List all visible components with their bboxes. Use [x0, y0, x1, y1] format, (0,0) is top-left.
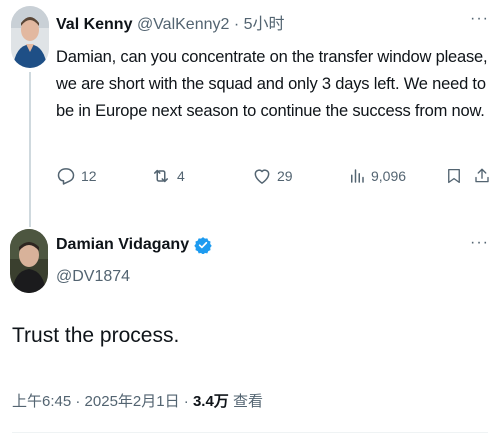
- retweet-count: 4: [177, 168, 185, 184]
- main-tweet-text: Trust the process.: [12, 324, 180, 347]
- tweet-views-label: 查看: [232, 393, 263, 410]
- reply-button[interactable]: 12: [56, 164, 97, 188]
- reply-tweet-text: Damian, can you concentrate on the trans…: [56, 48, 488, 120]
- reply-timestamp[interactable]: 5小时: [244, 16, 285, 33]
- views-button[interactable]: 9,096: [348, 164, 406, 188]
- thread-connector-line: [29, 72, 31, 227]
- reply-tweet-header: Val Kenny @ValKenny2 · 5小时: [56, 10, 285, 34]
- meta-separator: ·: [75, 393, 81, 410]
- main-more-options-icon[interactable]: ···: [470, 234, 489, 252]
- reply-author-name[interactable]: Val Kenny: [56, 16, 132, 33]
- reply-author-handle[interactable]: @ValKenny2: [137, 16, 229, 33]
- like-count: 29: [277, 168, 293, 184]
- retweet-icon: [154, 169, 168, 183]
- avatar-photo-icon: [10, 229, 48, 293]
- reply-icon: [57, 168, 75, 185]
- tweet-time[interactable]: 上午6:45: [12, 393, 71, 410]
- like-button[interactable]: 29: [252, 164, 293, 188]
- bookmark-button[interactable]: [445, 164, 463, 188]
- avatar-photo-icon: [11, 6, 49, 68]
- main-author-name[interactable]: Damian Vidagany: [56, 236, 189, 254]
- reply-more-options-icon[interactable]: ···: [470, 10, 489, 28]
- header-separator: ·: [233, 16, 240, 33]
- reply-author-avatar[interactable]: [11, 6, 49, 68]
- reply-action-bar: 12 4 29 9,096: [56, 164, 490, 188]
- views-icon: [351, 169, 364, 183]
- tweet-views-count[interactable]: 3.4万: [193, 393, 229, 410]
- like-icon: [254, 169, 270, 184]
- meta-separator: ·: [183, 393, 189, 410]
- tweet-date[interactable]: 2025年2月1日: [85, 393, 180, 410]
- share-icon: [475, 168, 489, 183]
- share-button[interactable]: [473, 164, 491, 188]
- main-author-handle[interactable]: @DV1874: [56, 268, 130, 286]
- tweet-metadata: 上午6:45 · 2025年2月1日 · 3.4万 查看: [12, 390, 263, 411]
- views-count: 9,096: [371, 168, 407, 184]
- divider: [12, 432, 488, 433]
- verified-badge-icon[interactable]: [194, 236, 212, 254]
- main-author-name-row: Damian Vidagany: [56, 236, 212, 254]
- retweet-button[interactable]: 4: [150, 164, 185, 188]
- main-author-avatar[interactable]: [10, 229, 48, 293]
- bookmark-icon: [448, 168, 460, 184]
- reply-count: 12: [81, 168, 97, 184]
